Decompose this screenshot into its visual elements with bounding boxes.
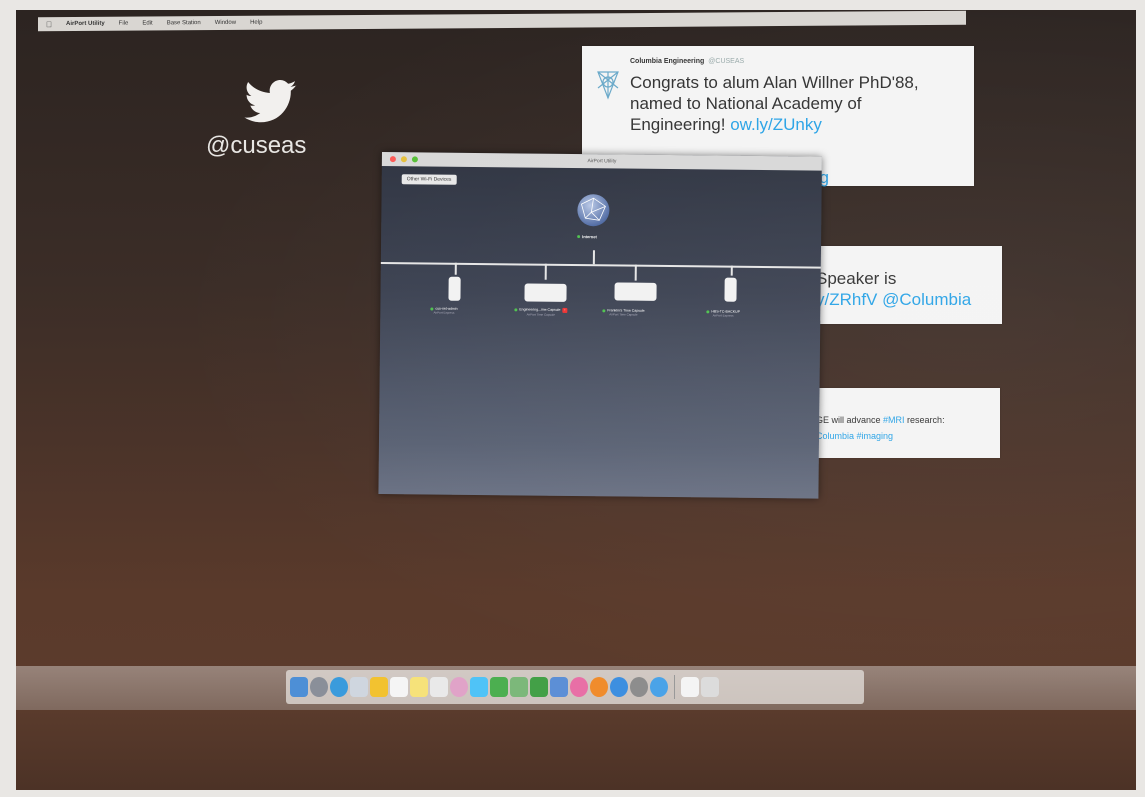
tweet-body-cont: research: [904, 415, 945, 425]
documents-icon[interactable] [681, 677, 699, 697]
apple-icon[interactable]:  [46, 20, 52, 29]
menu-edit[interactable]: Edit [142, 20, 152, 26]
menu-app-name[interactable]: AirPort Utility [66, 21, 105, 27]
tweet-body: GE will advance [816, 415, 884, 425]
stickies-icon[interactable] [410, 677, 428, 697]
app-store-icon[interactable] [610, 677, 628, 697]
itunes-icon[interactable] [570, 677, 588, 697]
desktop-lower-area [16, 710, 1136, 790]
messages-icon[interactable] [470, 677, 488, 697]
tweet-author-name: Columbia Engineering [630, 58, 705, 65]
tree-connector [634, 264, 637, 281]
other-wifi-devices-button[interactable]: Other Wi-Fi Devices [401, 174, 457, 185]
twitter-bird-icon [244, 80, 297, 123]
menu-help[interactable]: Help [250, 20, 262, 26]
tweet-text: Congrats to alum Alan Willner PhD'88, na… [630, 72, 960, 135]
tree-connector [454, 262, 457, 275]
tweet-link[interactable]: y/ZRhfV @Columbia [816, 290, 971, 309]
tree-connector [730, 265, 733, 276]
trash-icon[interactable] [701, 677, 719, 697]
calendar-icon[interactable] [390, 677, 408, 697]
menu-window[interactable]: Window [215, 20, 236, 26]
finder-icon[interactable] [290, 677, 308, 697]
device-type: AirPort Express [712, 313, 734, 318]
tweet-link[interactable]: ow.ly/ZUnky [730, 115, 822, 134]
device-label: HBS-TC-BACKUP AirPort Express [706, 309, 740, 318]
hashtag-imaging[interactable]: Columbia #imaging [816, 431, 893, 441]
columbia-crown-avatar-icon [597, 71, 619, 100]
status-dot [706, 309, 710, 314]
menu-base-station[interactable]: Base Station [167, 20, 201, 26]
device-label: cus-net-admin AirPort Express [430, 307, 458, 315]
internet-text: Internet [582, 234, 597, 240]
status-dot [602, 308, 606, 312]
twitter-handle: @cuseas [206, 132, 307, 159]
status-dot [514, 307, 518, 312]
safari-icon[interactable] [330, 677, 348, 697]
tweet-author-handle: @CUSEAS [708, 58, 745, 65]
tree-horizontal-line [380, 261, 821, 269]
airport-utility-window[interactable]: AirPort Utility Other Wi-Fi Devices Inte… [378, 152, 822, 499]
numbers-icon[interactable] [530, 677, 548, 697]
warning-badge[interactable]: ! [562, 307, 568, 313]
mail-icon[interactable] [350, 677, 368, 697]
tweet-body: Speaker is [816, 269, 897, 288]
tweet-text: Speaker is y/ZRhfV @Columbia [816, 268, 971, 310]
menu-file[interactable]: File [119, 21, 129, 27]
keynote-icon[interactable] [550, 677, 568, 697]
time-capsule-device[interactable] [614, 282, 657, 301]
system-preferences-icon[interactable] [630, 677, 648, 697]
ibooks-icon[interactable] [590, 677, 608, 697]
device-type: AirPort Time Capsule [526, 312, 556, 317]
projected-screen:  AirPort Utility File Edit Base Station… [16, 10, 1136, 790]
tree-connector [544, 263, 547, 280]
dock [286, 670, 864, 704]
facetime-icon[interactable] [490, 677, 508, 697]
menu-bar:  AirPort Utility File Edit Base Station… [38, 10, 966, 32]
internet-label: Internet [577, 234, 597, 239]
device-name: Engineering...ime Capsule [519, 307, 561, 312]
dock-separator [674, 675, 675, 699]
window-title: AirPort Utility [587, 158, 617, 165]
time-capsule-device[interactable] [524, 283, 567, 302]
airport-express-device[interactable] [724, 277, 737, 302]
preview-icon[interactable] [430, 677, 448, 697]
hashtag-mri[interactable]: #MRI [883, 415, 905, 425]
tree-connector [592, 250, 595, 265]
status-dot [577, 235, 581, 239]
device-type: AirPort Time Capsule [609, 312, 638, 317]
internet-globe-icon[interactable] [575, 192, 611, 228]
device-type: AirPort Express [433, 310, 455, 315]
photos-icon[interactable] [450, 677, 468, 697]
device-label: Engineering...ime Capsule! AirPort Time C… [514, 307, 568, 317]
device-label: Franklin's Time Capsule AirPort Time Caps… [602, 308, 645, 317]
tweet-text: GE will advance #MRI research: Columbia … [816, 412, 945, 444]
tweet-author: Columbia Engineering @CUSEAS [630, 58, 744, 65]
maps-icon[interactable] [510, 677, 528, 697]
launchpad-icon[interactable] [310, 677, 328, 697]
notes-icon[interactable] [370, 677, 388, 697]
airport-express-device[interactable] [448, 276, 461, 301]
airport-utility-icon[interactable] [650, 677, 668, 697]
